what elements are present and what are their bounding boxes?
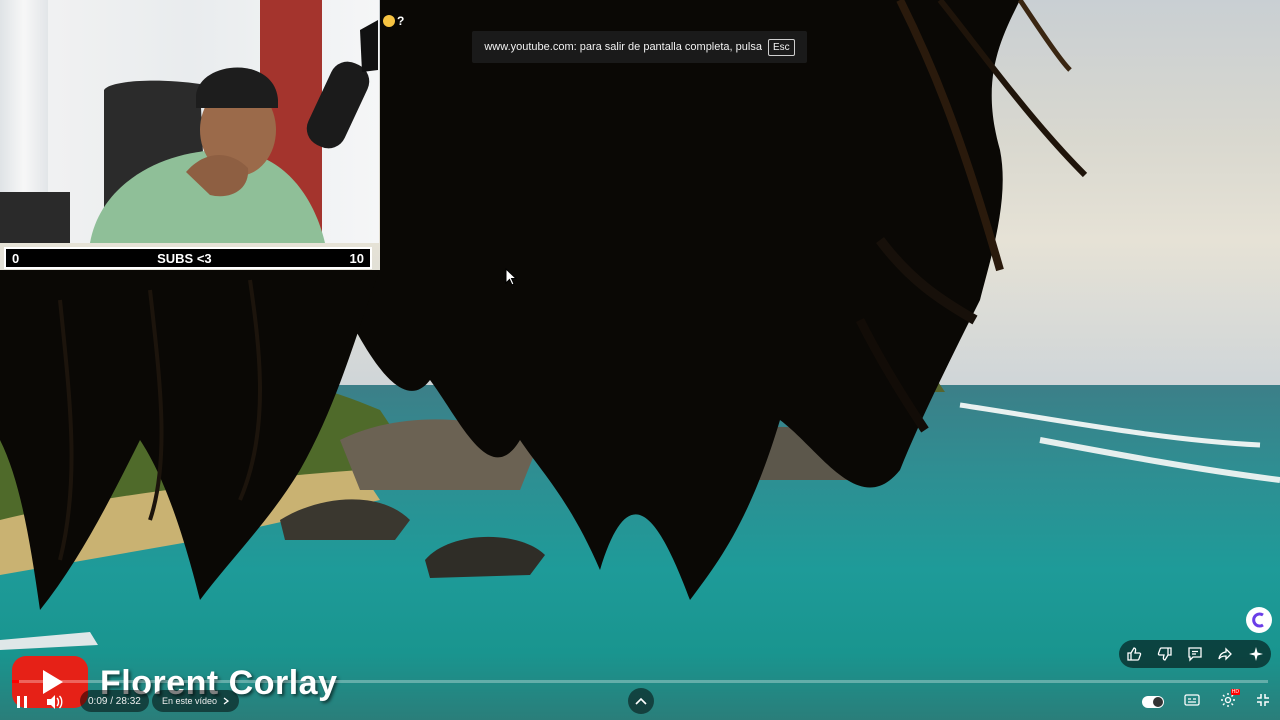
chevron-up-icon: [635, 697, 647, 705]
sparkle-icon[interactable]: [1246, 644, 1266, 664]
subs-scoreboard: 0 SUBS <3 10: [4, 247, 372, 269]
chevron-right-icon: [223, 697, 230, 705]
dislike-icon[interactable]: [1155, 644, 1175, 664]
mouse-cursor-icon: [505, 268, 517, 286]
emoji-status-text: ?: [397, 14, 405, 28]
like-icon[interactable]: [1124, 644, 1144, 664]
player-controls: 0:09 / 28:32 En este vídeo HD: [0, 686, 1280, 720]
volume-button[interactable]: [44, 692, 66, 712]
pause-button[interactable]: [12, 692, 32, 712]
fullscreen-notice-text: www.youtube.com: para salir de pantalla …: [484, 41, 762, 53]
expand-up-button[interactable]: [628, 688, 654, 714]
autoplay-toggle[interactable]: [1142, 696, 1164, 708]
subtitles-button[interactable]: [1184, 693, 1200, 711]
progress-bar[interactable]: [12, 680, 1268, 683]
exit-fullscreen-icon: [1257, 693, 1269, 706]
left-score: 0: [12, 250, 20, 266]
progress-played: [12, 680, 19, 683]
video-actions-bar: [1119, 640, 1271, 668]
time-display: 0:09 / 28:32: [80, 690, 149, 712]
fullscreen-exit-notice: www.youtube.com: para salir de pantalla …: [472, 31, 807, 63]
player-right-tools: HD: [1142, 688, 1270, 714]
comment-icon[interactable]: [1185, 644, 1205, 664]
scoreboard-title: SUBS <3: [157, 250, 212, 266]
share-icon[interactable]: [1215, 644, 1235, 664]
grinning-face-icon: [383, 15, 395, 27]
time-text: 0:09 / 28:32: [88, 695, 141, 707]
chapter-label: En este vídeo: [162, 696, 218, 706]
streamer-figure: [0, 20, 378, 243]
emoji-status: ?: [383, 14, 404, 28]
exit-fullscreen-button[interactable]: [1256, 693, 1270, 712]
hd-badge: HD: [1230, 688, 1240, 695]
subtitles-icon: [1184, 694, 1200, 706]
esc-key-hint: Esc: [767, 38, 795, 56]
settings-button[interactable]: HD: [1220, 688, 1240, 713]
volume-icon: [47, 695, 63, 709]
right-score: 10: [349, 250, 364, 266]
webcam-overlay: [0, 0, 379, 243]
chapter-button[interactable]: En este vídeo: [152, 690, 240, 712]
channel-logo-icon[interactable]: [1246, 607, 1272, 633]
pause-icon: [17, 696, 27, 708]
